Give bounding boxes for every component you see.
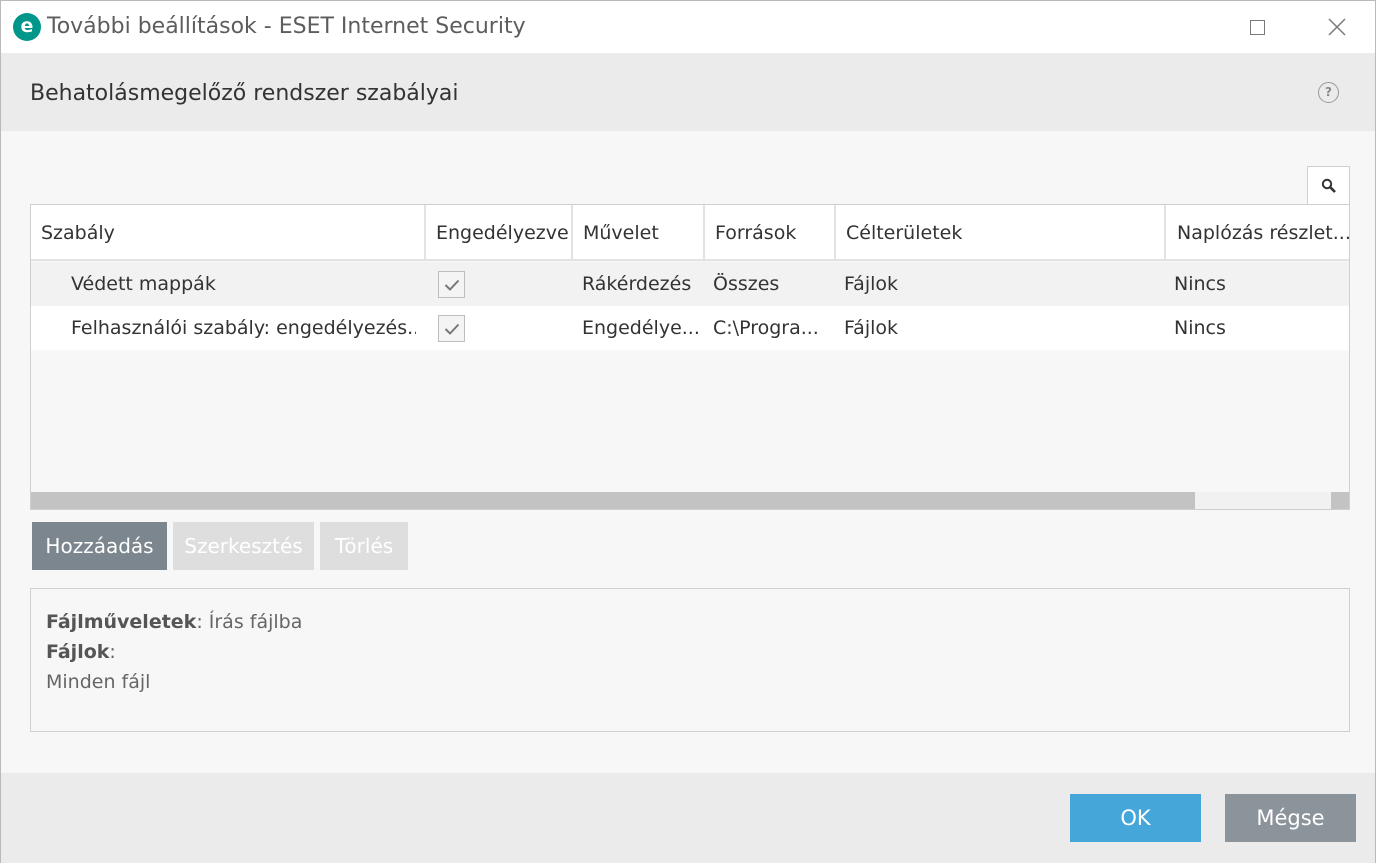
close-icon	[1328, 18, 1346, 36]
edit-button[interactable]: Szerkesztés	[173, 522, 314, 570]
cell-rule: Felhasználói szabály: engedélyezés...	[71, 317, 416, 339]
detail-separator: :	[109, 641, 116, 663]
table-row[interactable]: Felhasználói szabály: engedélyezés... En…	[31, 306, 1349, 350]
detail-label: Fájlműveletek	[46, 611, 197, 633]
column-header-sources[interactable]: Források	[705, 205, 836, 259]
cell-action: Engedélye...	[582, 317, 700, 339]
cell-rule: Védett mappák	[71, 273, 216, 295]
title-bar[interactable]: e További beállítások - ESET Internet Se…	[1, 1, 1375, 53]
column-header-action[interactable]: Művelet	[573, 205, 705, 259]
rule-detail-panel: Fájlműveletek: Írás fájlba Fájlok: Minde…	[30, 588, 1350, 732]
checkmark-icon	[444, 323, 459, 335]
page-header: Behatolásmegelőző rendszer szabályai ?	[1, 53, 1375, 131]
enabled-checkbox[interactable]	[438, 315, 465, 342]
cell-logging: Nincs	[1174, 317, 1226, 339]
rules-table: Szabály Engedélyezve Művelet Források Cé…	[30, 204, 1350, 510]
scrollbar-track[interactable]	[1195, 492, 1331, 509]
detail-separator: :	[196, 611, 209, 633]
close-button[interactable]	[1297, 1, 1376, 53]
settings-window: e További beállítások - ESET Internet Se…	[0, 0, 1376, 863]
help-icon[interactable]: ?	[1318, 82, 1339, 103]
horizontal-scrollbar[interactable]	[31, 492, 1349, 509]
table-header: Szabály Engedélyezve Művelet Források Cé…	[31, 205, 1349, 261]
cell-logging: Nincs	[1174, 273, 1226, 295]
cell-targets: Fájlok	[844, 317, 899, 339]
column-header-enabled[interactable]: Engedélyezve	[426, 205, 573, 259]
detail-value: Írás fájlba	[208, 611, 303, 633]
window-title: További beállítások - ESET Internet Secu…	[47, 14, 526, 39]
maximize-button[interactable]	[1217, 1, 1297, 53]
delete-button[interactable]: Törlés	[320, 522, 408, 570]
page-title: Behatolásmegelőző rendszer szabályai	[30, 81, 459, 106]
detail-files: Fájlok:	[46, 637, 1334, 667]
search-button[interactable]	[1307, 166, 1350, 205]
column-header-logging[interactable]: Naplózás részlet...	[1166, 205, 1349, 259]
detail-file-operations: Fájlműveletek: Írás fájlba	[46, 607, 1334, 637]
enabled-checkbox[interactable]	[438, 271, 465, 298]
checkmark-icon	[444, 279, 459, 291]
eset-logo-icon: e	[13, 13, 41, 41]
maximize-icon	[1249, 19, 1265, 35]
ok-button[interactable]: OK	[1070, 794, 1201, 842]
column-header-targets[interactable]: Célterületek	[836, 205, 1166, 259]
column-header-rule[interactable]: Szabály	[31, 205, 426, 259]
detail-files-value: Minden fájl	[46, 671, 151, 693]
table-row[interactable]: Védett mappák Rákérdezés Összes Fájlok N…	[31, 262, 1349, 306]
dialog-footer: OK Mégse	[1, 773, 1375, 863]
cell-sources: C:\Progra...	[713, 317, 819, 339]
cell-targets: Fájlok	[844, 273, 899, 295]
cancel-button[interactable]: Mégse	[1225, 794, 1356, 842]
add-button[interactable]: Hozzáadás	[32, 522, 167, 570]
cell-action: Rákérdezés	[582, 273, 692, 295]
cell-sources: Összes	[713, 273, 780, 295]
detail-label: Fájlok	[46, 641, 110, 663]
search-icon	[1321, 178, 1336, 193]
